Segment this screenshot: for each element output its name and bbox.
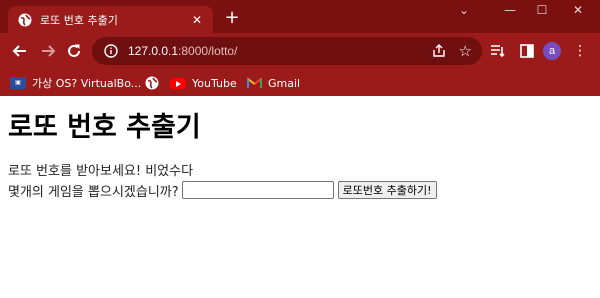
description-text: 로또 번호를 받아보세요! 비었수다 [8,164,194,179]
back-button[interactable] [10,41,30,61]
reading-list-icon[interactable] [489,42,507,60]
info-icon[interactable] [104,44,118,58]
close-window-button[interactable]: ✕ [568,3,588,23]
game-count-input[interactable] [181,181,334,199]
bookmark-label: 가상 OS? VirtualBo... [32,77,142,90]
profile-avatar[interactable]: a [543,42,561,60]
page-content: 로또 번호 추출기 로또 번호를 받아보세요! 비었수다 몇개의 게임을 뽑으시… [0,96,600,298]
tab-strip: 로또 번호 추출기 ✕ + ⌄ — ☐ ✕ [0,0,600,33]
forward-button[interactable] [38,41,58,61]
gmail-icon [246,76,262,90]
virtualbox-icon: ▣ [10,76,26,90]
globe-icon [144,76,160,90]
minimize-button[interactable]: — [500,3,520,23]
reload-button[interactable] [64,41,84,61]
more-menu-icon[interactable]: ⋮ [571,42,589,60]
bookmark-label: YouTube [192,76,237,90]
bookmark-youtube[interactable]: YouTube [170,74,237,92]
maximize-button[interactable]: ☐ [532,3,552,23]
bookmark-globe[interactable] [144,74,166,92]
globe-icon [18,13,32,27]
side-panel-icon[interactable] [518,42,536,60]
bookmark-star-icon[interactable]: ☆ [459,42,472,60]
lotto-form: 몇개의 게임을 뽑으시겠습니까? 로또번호 추출하기! [8,180,437,200]
bookmark-gmail[interactable]: Gmail [246,74,300,92]
tab-title: 로또 번호 추출기 [40,13,118,27]
tab-lotto[interactable]: 로또 번호 추출기 ✕ [8,6,213,33]
game-count-label: 몇개의 게임을 뽑으시겠습니까? [8,184,179,200]
address-bar[interactable]: 127.0.0.1:8000/lotto/ ☆ [92,37,482,65]
new-tab-button[interactable]: + [222,9,242,29]
extract-numbers-button[interactable]: 로또번호 추출하기! [337,181,437,199]
bookmarks-bar: ▣ 가상 OS? VirtualBo... YouTube Gmail [0,69,600,96]
url-host: 127.0.0.1 [128,44,179,58]
url-text: 127.0.0.1:8000/lotto/ [128,44,237,58]
chevron-down-icon[interactable]: ⌄ [454,3,474,23]
page-title: 로또 번호 추출기 [8,112,201,143]
bookmark-label: Gmail [268,76,301,90]
url-path: :8000/lotto/ [178,44,238,58]
bookmark-virtualbox[interactable]: ▣ 가상 OS? VirtualBo... [10,74,141,92]
close-tab-icon[interactable]: ✕ [189,12,205,28]
toolbar: 127.0.0.1:8000/lotto/ ☆ a ⋮ [0,33,600,69]
browser-chrome: 로또 번호 추출기 ✕ + ⌄ — ☐ ✕ 127.0.0.1:8000/lot… [0,0,600,96]
share-icon[interactable] [432,44,446,58]
youtube-icon [170,76,186,90]
